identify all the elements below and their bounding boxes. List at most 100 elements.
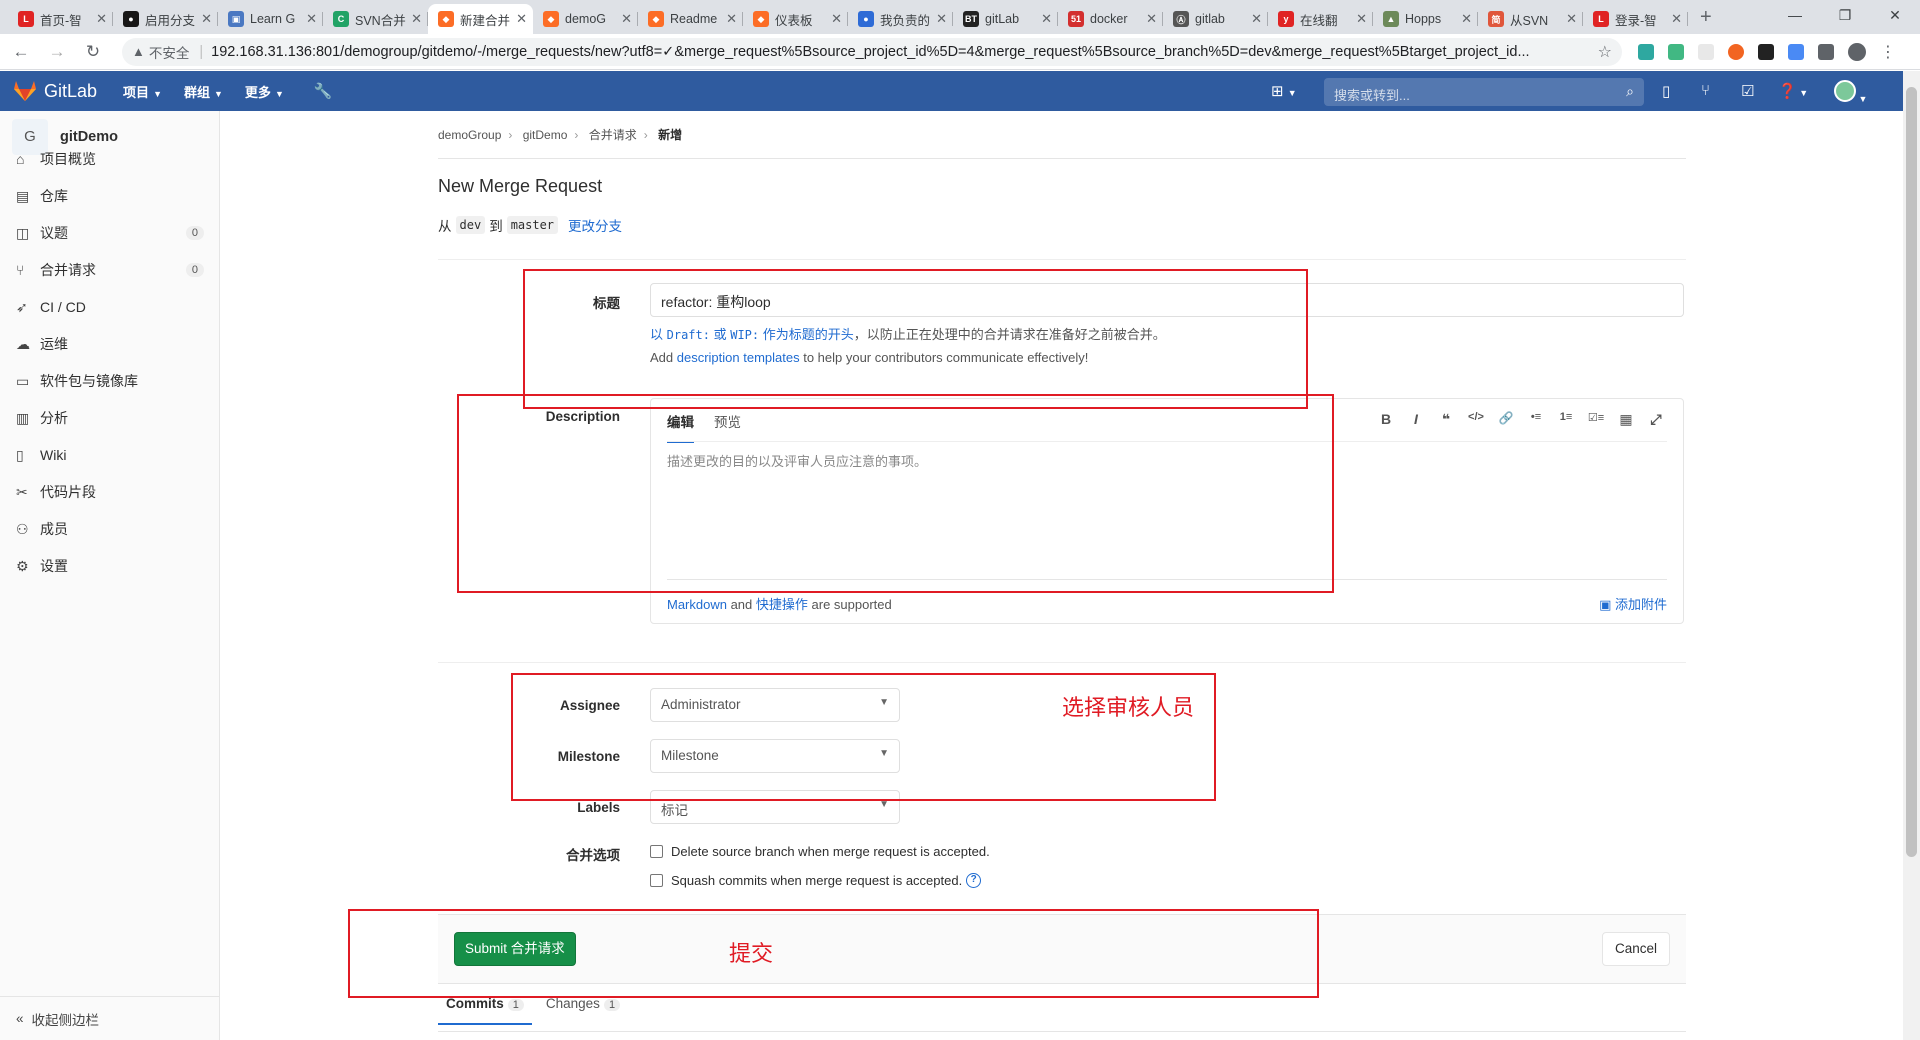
close-tab-icon[interactable]: ✕ (1566, 11, 1577, 27)
browser-tab[interactable]: y 在线翻 ✕ (1268, 4, 1373, 34)
close-tab-icon[interactable]: ✕ (1671, 11, 1682, 27)
new-item-icon[interactable]: ⊞ ▼ (1271, 82, 1297, 100)
close-tab-icon[interactable]: ✕ (516, 11, 527, 27)
browser-tab[interactable]: ◆ 仪表板 ✕ (743, 4, 848, 34)
breadcrumb-item[interactable]: 合并请求 (589, 128, 637, 142)
sidebar-item[interactable]: ◫ 议题 0 (0, 221, 220, 245)
browser-tab[interactable]: ◆ 新建合并 ✕ (428, 4, 533, 34)
extension-icon[interactable] (1758, 43, 1774, 60)
sidebar-item[interactable]: ▯ Wiki (0, 443, 220, 467)
sidebar-item[interactable]: ⑂ 合并请求 0 (0, 258, 220, 282)
bookmark-star-icon[interactable]: ☆ (1598, 42, 1612, 62)
close-tab-icon[interactable]: ✕ (201, 11, 212, 27)
table-icon[interactable]: ▦ (1611, 411, 1641, 428)
close-tab-icon[interactable]: ✕ (1251, 11, 1262, 27)
extension-icon[interactable] (1638, 43, 1654, 60)
close-tab-icon[interactable]: ✕ (621, 11, 632, 27)
puzzle-icon[interactable] (1818, 43, 1834, 60)
translate-icon[interactable] (1788, 43, 1804, 60)
bullet-list-icon[interactable]: •≡ (1521, 411, 1551, 428)
menu-dots-icon[interactable]: ⋮ (1880, 42, 1896, 62)
extension-icon[interactable] (1668, 43, 1684, 60)
browser-tab[interactable]: ● 启用分支 ✕ (113, 4, 218, 34)
code-icon[interactable]: </> (1461, 411, 1491, 428)
reload-icon[interactable]: ↻ (78, 42, 108, 62)
browser-tab[interactable]: L 首页-智 ✕ (8, 4, 113, 34)
markdown-link[interactable]: Markdown (667, 597, 727, 612)
squash-checkbox[interactable] (650, 874, 663, 887)
close-tab-icon[interactable]: ✕ (306, 11, 317, 27)
sidebar-item[interactable]: ▥ 分析 (0, 406, 220, 430)
help-icon[interactable]: ❓ ▼ (1778, 82, 1808, 100)
quote-icon[interactable]: ❝ (1431, 411, 1461, 428)
wrench-icon[interactable]: 🔧 (314, 82, 333, 100)
cancel-button[interactable]: Cancel (1601, 932, 1670, 966)
fullscreen-icon[interactable]: ⤢ (1641, 411, 1671, 428)
delete-branch-checkbox[interactable] (650, 845, 663, 858)
merge-requests-icon[interactable]: ⑂ (1701, 82, 1710, 99)
close-tab-icon[interactable]: ✕ (1356, 11, 1367, 27)
collapse-sidebar-button[interactable]: « 收起侧边栏 (0, 996, 220, 1040)
quick-actions-link[interactable]: 快捷操作 (756, 597, 808, 612)
vertical-scrollbar[interactable] (1903, 71, 1920, 1040)
help-circle-icon[interactable]: ? (966, 873, 982, 888)
sidebar-item[interactable]: ▤ 仓库 (0, 184, 220, 208)
close-window-button[interactable]: ✕ (1870, 0, 1920, 34)
close-tab-icon[interactable]: ✕ (1041, 11, 1052, 27)
browser-tab[interactable]: Ⓐgitlab ✕ (1163, 4, 1268, 34)
link-icon[interactable]: 🔗 (1491, 411, 1521, 428)
browser-tab[interactable]: ● 我负责的 ✕ (848, 4, 953, 34)
url-bar[interactable]: ▲ 不安全 | 192.168.31.136:801/demogroup/git… (122, 37, 1622, 66)
scrollbar-thumb[interactable] (1906, 87, 1917, 857)
tab-changes[interactable]: Changes 1 (538, 996, 628, 1025)
attach-file-button[interactable]: ▣ 添加附件 (1599, 594, 1667, 613)
menu-projects[interactable]: 项目 ▼ (123, 82, 162, 101)
change-branches-link[interactable]: 更改分支 (568, 215, 622, 235)
extension-icon[interactable] (1728, 43, 1744, 60)
sidebar-item[interactable]: ⚇ 成员 (0, 517, 220, 541)
todos-icon[interactable]: ☑ (1741, 82, 1754, 100)
browser-tab[interactable]: C SVN合并 ✕ (323, 4, 428, 34)
todo-sidebar-icon[interactable]: ▯ (1662, 82, 1670, 100)
sidebar-item[interactable]: ✂ 代码片段 (0, 480, 220, 504)
browser-tab[interactable]: ◆ Readme ✕ (638, 4, 743, 34)
close-tab-icon[interactable]: ✕ (411, 11, 422, 27)
breadcrumb-item[interactable]: gitDemo (523, 128, 568, 142)
close-tab-icon[interactable]: ✕ (96, 11, 107, 27)
maximize-button[interactable]: ❐ (1820, 0, 1870, 34)
sidebar-item[interactable]: ☁ 运维 (0, 332, 220, 356)
bold-icon[interactable]: B (1371, 411, 1401, 428)
browser-tab[interactable]: 简从SVN ✕ (1478, 4, 1583, 34)
user-avatar[interactable]: ▼ (1834, 80, 1867, 106)
italic-icon[interactable]: I (1401, 411, 1431, 428)
close-tab-icon[interactable]: ✕ (1146, 11, 1157, 27)
tab-commits[interactable]: Commits 1 (438, 996, 532, 1025)
browser-tab[interactable]: L 登录-智 ✕ (1583, 4, 1688, 34)
task-list-icon[interactable]: ☑≡ (1581, 411, 1611, 428)
new-tab-button[interactable]: + (1700, 6, 1712, 29)
extension-icon[interactable] (1698, 43, 1714, 60)
search-input[interactable]: 搜索或转到... ⌕ (1324, 78, 1644, 106)
menu-more[interactable]: 更多 ▼ (245, 82, 284, 101)
numbered-list-icon[interactable]: 1≡ (1551, 411, 1581, 428)
back-arrow-icon[interactable]: ← (6, 42, 36, 62)
sidebar-item[interactable]: ▭ 软件包与镜像库 (0, 369, 220, 393)
menu-groups[interactable]: 群组 ▼ (184, 82, 223, 101)
forward-arrow-icon[interactable]: → (42, 42, 72, 62)
close-tab-icon[interactable]: ✕ (936, 11, 947, 27)
close-tab-icon[interactable]: ✕ (831, 11, 842, 27)
sidebar-item[interactable]: ⚙ 设置 (0, 554, 220, 578)
minimize-button[interactable]: — (1770, 0, 1820, 34)
profile-icon[interactable] (1848, 42, 1866, 61)
sidebar-item[interactable]: ➶ CI / CD (0, 295, 220, 319)
browser-tab[interactable]: BT gitLab ✕ (953, 4, 1058, 34)
browser-tab[interactable]: ▣ Learn G ✕ (218, 4, 323, 34)
close-tab-icon[interactable]: ✕ (1461, 11, 1472, 27)
close-tab-icon[interactable]: ✕ (726, 11, 737, 27)
browser-tab[interactable]: ▲ Hopps ✕ (1373, 4, 1478, 34)
breadcrumb-item[interactable]: demoGroup (438, 128, 501, 142)
gitlab-logo[interactable]: GitLab (14, 81, 97, 102)
sidebar-item[interactable]: ⌂ 项目概览 (0, 147, 220, 171)
browser-tab[interactable]: ◆ demoG ✕ (533, 4, 638, 34)
browser-tab[interactable]: 51 docker ✕ (1058, 4, 1163, 34)
